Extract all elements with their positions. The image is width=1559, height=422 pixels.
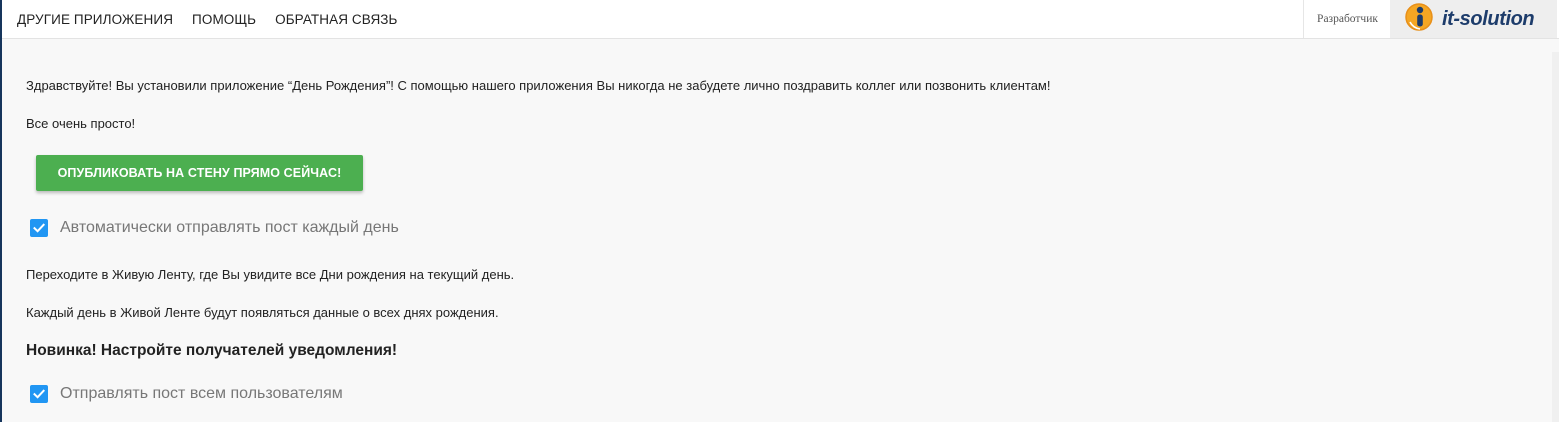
feed-info-text-2: Каждый день в Живой Ленте будут появлять… — [26, 305, 499, 320]
checkmark-icon — [33, 223, 46, 233]
new-feature-heading: Новинка! Настройте получателей уведомлен… — [26, 342, 398, 359]
feed-info-text-1: Переходите в Живую Ленту, где Вы увидите… — [26, 267, 515, 282]
nav-other-apps[interactable]: ДРУГИЕ ПРИЛОЖЕНИЯ — [17, 12, 173, 27]
auto-post-label: Автоматически отправлять пост каждый ден… — [60, 219, 399, 236]
checkmark-icon — [33, 389, 46, 399]
brand-logo-link[interactable]: it-solution — [1390, 0, 1557, 38]
app-frame: ДРУГИЕ ПРИЛОЖЕНИЯ ПОМОЩЬ ОБРАТНАЯ СВЯЗЬ … — [0, 0, 1559, 422]
top-navbar: ДРУГИЕ ПРИЛОЖЕНИЯ ПОМОЩЬ ОБРАТНАЯ СВЯЗЬ … — [2, 0, 1559, 39]
simple-text: Все очень просто! — [26, 116, 136, 131]
nav-feedback[interactable]: ОБРАТНАЯ СВЯЗЬ — [275, 12, 397, 27]
intro-text: Здравствуйте! Вы установили приложение “… — [26, 78, 1051, 93]
send-all-checkbox-row[interactable]: Отправлять пост всем пользователям — [30, 385, 343, 403]
publish-now-button[interactable]: ОПУБЛИКОВАТЬ НА СТЕНУ ПРЯМО СЕЙЧАС! — [36, 155, 363, 191]
send-all-label: Отправлять пост всем пользователям — [60, 385, 343, 402]
it-solution-logo-icon — [1404, 2, 1434, 37]
auto-post-checkbox-row[interactable]: Автоматически отправлять пост каждый ден… — [30, 219, 399, 237]
brand-name: it-solution — [1442, 7, 1535, 30]
auto-post-checkbox[interactable] — [30, 219, 48, 237]
send-all-checkbox[interactable] — [30, 385, 48, 403]
nav-help[interactable]: ПОМОЩЬ — [192, 12, 256, 27]
top-nav-menu: ДРУГИЕ ПРИЛОЖЕНИЯ ПОМОЩЬ ОБРАТНАЯ СВЯЗЬ — [17, 0, 398, 38]
scrollbar-track[interactable] — [1552, 52, 1559, 422]
developer-label: Разработчик — [1303, 0, 1391, 38]
